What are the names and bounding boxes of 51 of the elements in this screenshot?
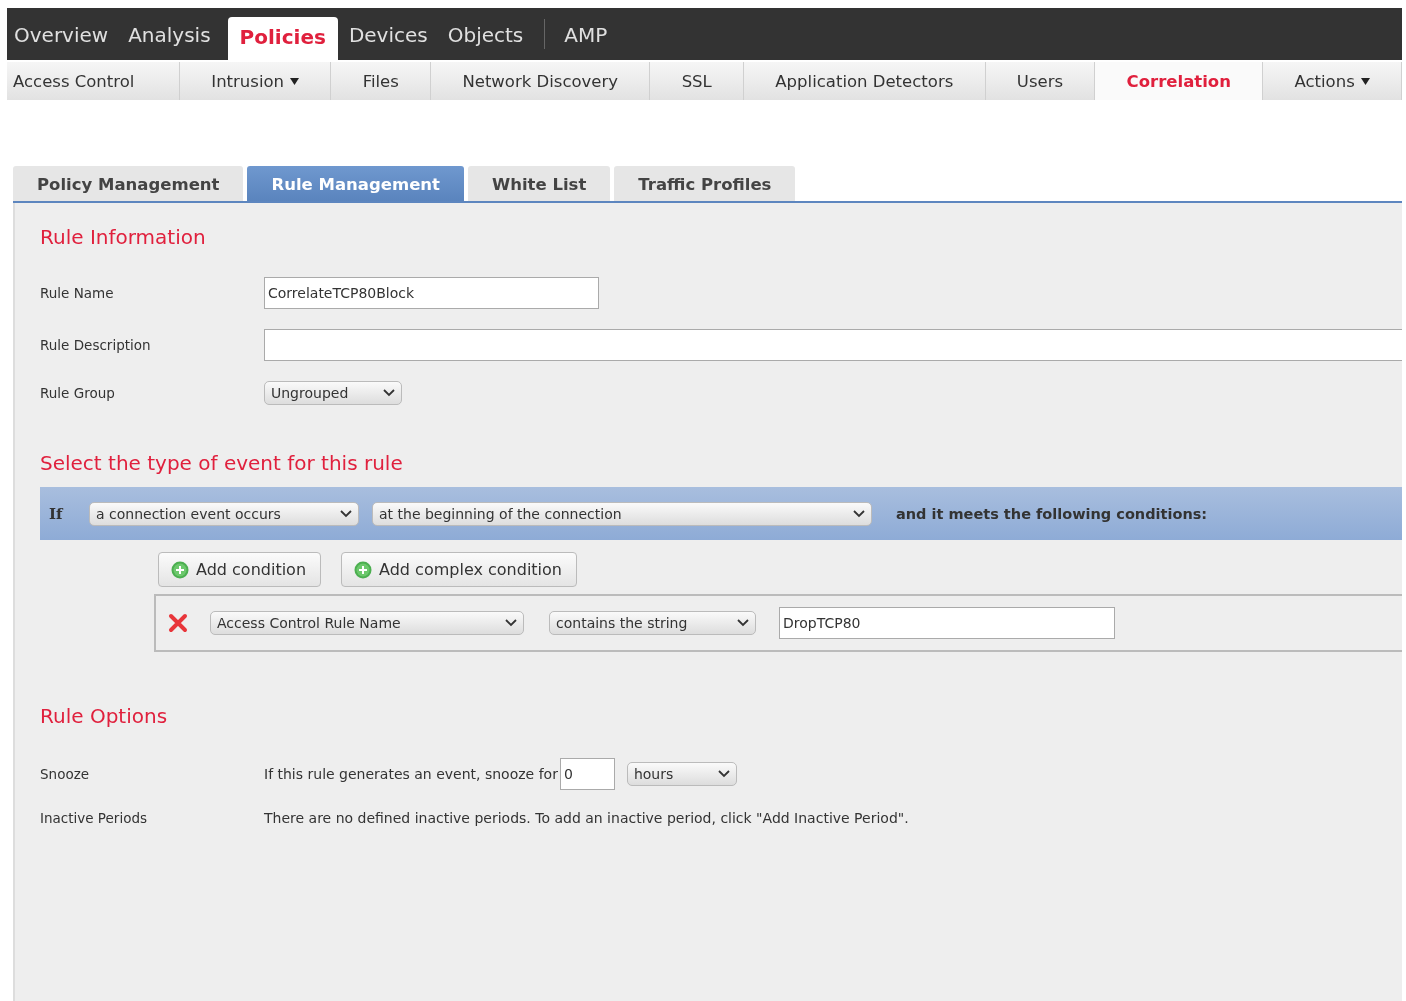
plus-icon — [171, 560, 189, 579]
chevron-icon — [853, 509, 865, 518]
condition-text: and it meets the following conditions: — [896, 505, 1208, 522]
field-label: Snooze — [40, 766, 91, 782]
info-text: There are no defined inactive periods. To add an inactive period, click "Add Inactive Period". — [264, 810, 910, 826]
add-button[interactable]: Add condition — [158, 552, 322, 587]
field-label: Rule Group — [40, 385, 116, 401]
sub-nav-tab[interactable]: Network Discovery — [431, 62, 651, 100]
field-label: Rule Name — [40, 285, 115, 301]
sub-nav-tab[interactable]: Users — [985, 62, 1096, 100]
sub-nav-tab[interactable]: Actions — [1263, 62, 1402, 100]
dropdown[interactable]: hours — [626, 762, 737, 786]
plus-icon — [354, 560, 373, 579]
sub-nav-tab[interactable]: Correlation — [1095, 62, 1264, 100]
snooze-text: If this rule generates an event, snooze for — [264, 766, 558, 782]
sub-nav-tab[interactable]: Application Detectors — [744, 62, 986, 100]
input-field[interactable] — [264, 329, 1402, 361]
section-heading: Rule Options — [40, 704, 169, 728]
nav-tab[interactable]: Objects — [440, 19, 537, 60]
section-heading: Select the type of event for this rule — [40, 451, 404, 475]
dropdown[interactable]: Ungrouped — [264, 381, 402, 405]
chevron-icon — [505, 619, 517, 627]
input-field[interactable]: DropTCP80 — [779, 607, 1115, 639]
dropdown[interactable]: at the beginning of the connection — [372, 501, 872, 526]
nav-tab[interactable]: Devices — [341, 19, 441, 60]
nav-tab[interactable]: Analysis — [121, 19, 224, 60]
dropdown[interactable]: Access Control Rule Name — [210, 611, 524, 635]
add-button[interactable]: Add complex condition — [341, 552, 577, 587]
sub-nav-tab[interactable]: SSL — [650, 62, 745, 100]
sub-nav-tab[interactable]: Files — [331, 62, 432, 100]
field-label: Inactive Periods — [40, 810, 148, 826]
if-label: If — [49, 504, 65, 523]
input-field[interactable]: CorrelateTCP80Block — [264, 277, 599, 309]
dropdown[interactable]: a connection event occurs — [89, 501, 359, 526]
chevron-icon — [737, 619, 749, 627]
chevron-icon — [383, 389, 395, 397]
nav-tab[interactable]: Policies — [227, 17, 338, 60]
nav-tab[interactable]: Overview — [7, 19, 122, 60]
chevron-icon — [340, 509, 352, 518]
input-field[interactable]: 0 — [559, 758, 615, 790]
tab[interactable]: Policy Management — [13, 166, 244, 201]
section-heading: Rule Information — [40, 225, 207, 249]
dropdown[interactable]: contains the string — [549, 611, 756, 635]
tab[interactable]: White List — [468, 166, 611, 201]
tab[interactable]: Traffic Profiles — [614, 166, 796, 201]
sub-nav-tab[interactable]: Intrusion — [180, 62, 332, 100]
delete-icon — [168, 613, 188, 633]
chevron-icon — [717, 770, 730, 778]
field-label: Rule Description — [40, 337, 152, 353]
nav-tab[interactable]: AMP — [557, 19, 621, 60]
sub-nav-tab[interactable]: Access Control — [7, 62, 180, 100]
